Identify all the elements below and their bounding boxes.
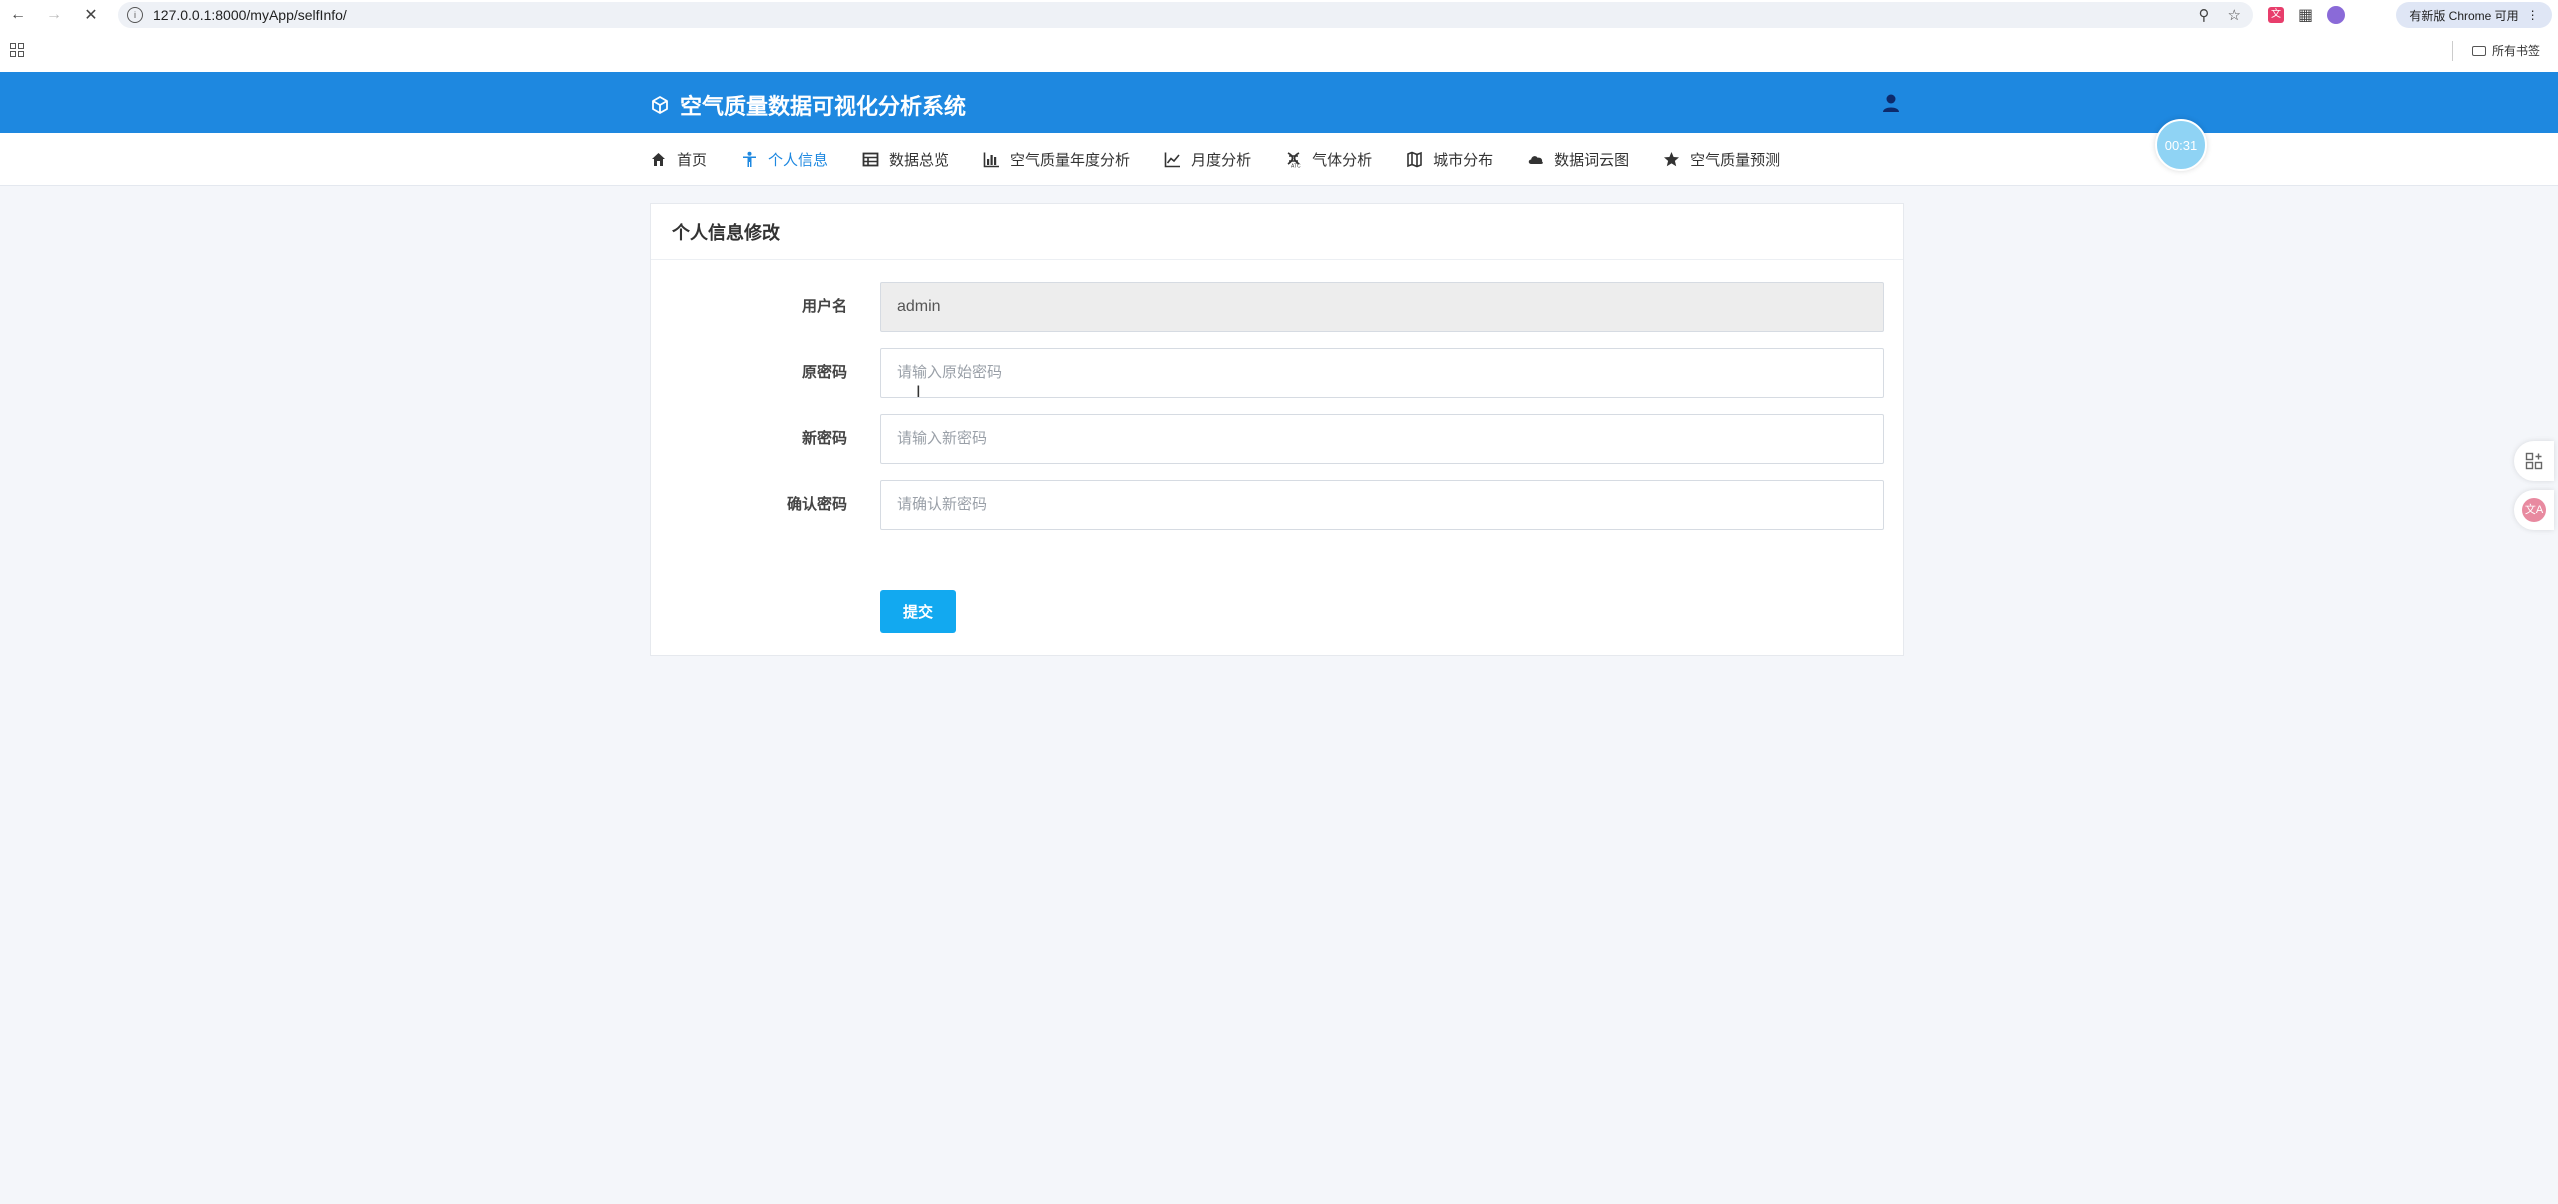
cloud-icon [1528, 155, 1543, 164]
star-icon [1664, 151, 1680, 166]
bookmarks-divider [2452, 41, 2453, 61]
username-label: 用户名 [801, 298, 847, 315]
app-title: 空气质量数据可视化分析系统 [680, 94, 967, 119]
old-password-row: 原密码 [651, 348, 1905, 398]
old-password-label: 原密码 [801, 364, 847, 381]
old-password-field[interactable] [880, 348, 1884, 398]
nav-item-wordcloud[interactable]: 数据词云图 [1527, 149, 1629, 170]
new-password-label: 新密码 [801, 430, 847, 447]
all-bookmarks-button[interactable]: 所有书签 [2472, 42, 2540, 59]
side-toolbox-button[interactable] [2514, 441, 2554, 481]
brand[interactable]: 空气质量数据可视化分析系统 [650, 89, 966, 121]
nav-label: 月度分析 [1191, 151, 1252, 169]
translate-icon: 文A [2522, 498, 2546, 522]
nav-item-home[interactable]: 首页 [650, 149, 707, 170]
home-icon [652, 152, 665, 166]
new-password-row: 新密码 [651, 414, 1905, 464]
apps-grid-icon[interactable] [10, 43, 24, 57]
svg-text:ATC: ATC [1291, 163, 1301, 168]
nav-label: 城市分布 [1433, 151, 1494, 169]
molecule-icon: ATC [1287, 151, 1301, 168]
nav-item-monthly[interactable]: 月度分析 [1164, 149, 1251, 170]
line-chart-icon [1164, 152, 1181, 167]
nav-label: 空气质量预测 [1690, 151, 1781, 169]
new-password-field[interactable] [880, 414, 1884, 464]
bookmarks-bar: 所有书签 [0, 30, 2558, 73]
nav-item-profile[interactable]: 个人信息 [741, 149, 828, 170]
profile-edit-card: 个人信息修改 用户名 原密码 新密码 确认密码 提交 [650, 203, 1904, 656]
url-text[interactable]: 127.0.0.1:8000/myApp/selfInfo/ [153, 7, 347, 23]
card-title: 个人信息修改 [651, 204, 1903, 260]
confirm-password-field[interactable] [880, 480, 1884, 530]
side-translate-button[interactable]: 文A [2514, 490, 2554, 530]
confirm-password-label: 确认密码 [786, 496, 847, 513]
nav-item-gas[interactable]: ATC 气体分析 [1285, 149, 1372, 170]
stop-loading-icon[interactable]: ✕ [77, 1, 105, 29]
cube-icon [652, 96, 668, 114]
profile-avatar-icon[interactable] [2327, 6, 2346, 24]
nav-label: 个人信息 [768, 151, 829, 169]
nav-label: 数据总览 [889, 151, 950, 169]
more-menu-icon[interactable]: ⋮ [2527, 8, 2539, 22]
username-row: 用户名 [651, 282, 1905, 332]
bookmark-star-icon[interactable]: ☆ [2228, 6, 2241, 24]
nav-item-annual[interactable]: 空气质量年度分析 [983, 149, 1130, 170]
folder-icon [2472, 45, 2486, 56]
nav-label: 气体分析 [1312, 151, 1373, 169]
table-icon [862, 152, 879, 166]
chrome-update-button[interactable]: 有新版 Chrome 可用 ⋮ [2396, 2, 2552, 28]
timer-bubble[interactable]: 00:31 [2155, 119, 2207, 171]
confirm-password-row: 确认密码 [651, 480, 1905, 530]
forward-icon[interactable]: → [40, 1, 68, 29]
extensions-puzzle-icon[interactable]: ▦ [2298, 5, 2313, 25]
browser-toolbar: ← → ✕ i 127.0.0.1:8000/myApp/selfInfo/ ⚲… [0, 0, 2558, 30]
extension-icon[interactable]: 文 [2268, 7, 2284, 23]
add-widget-icon [2525, 452, 2543, 470]
back-icon[interactable]: ← [4, 1, 32, 29]
person-icon [743, 151, 757, 167]
map-icon [1407, 151, 1422, 167]
nav-item-overview[interactable]: 数据总览 [862, 149, 949, 170]
user-icon[interactable] [1880, 92, 1902, 114]
text-cursor-icon: Ⅰ [916, 384, 921, 401]
site-info-icon[interactable]: i [127, 7, 143, 23]
submit-button[interactable]: 提交 [880, 590, 956, 633]
address-bar[interactable]: i 127.0.0.1:8000/myApp/selfInfo/ ⚲ ☆ [118, 2, 2253, 28]
nav-label: 数据词云图 [1554, 151, 1630, 169]
bar-chart-icon [983, 152, 1000, 167]
zoom-icon[interactable]: ⚲ [2199, 6, 2210, 24]
chrome-update-label: 有新版 Chrome 可用 [2409, 8, 2519, 23]
nav-item-forecast[interactable]: 空气质量预测 [1663, 149, 1780, 170]
all-bookmarks-label: 所有书签 [2492, 44, 2541, 58]
username-field[interactable] [880, 282, 1884, 332]
nav-item-city[interactable]: 城市分布 [1406, 149, 1493, 170]
nav-label: 首页 [677, 151, 708, 169]
nav-label: 空气质量年度分析 [1010, 151, 1131, 169]
